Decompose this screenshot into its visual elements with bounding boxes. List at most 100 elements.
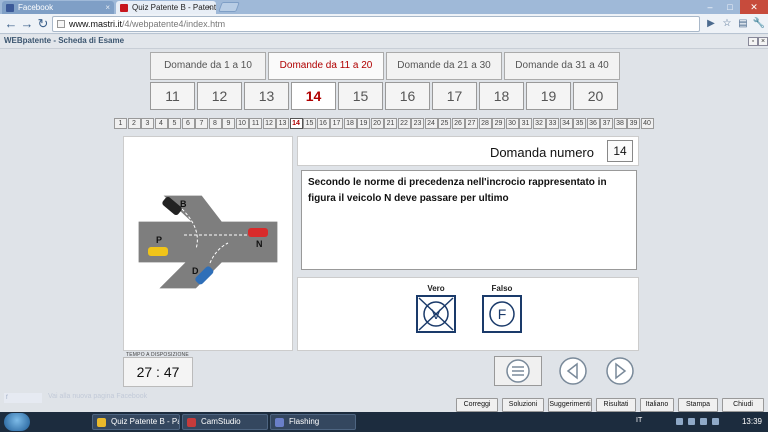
answer-true[interactable]: Vero V xyxy=(414,284,458,333)
answer-false-button[interactable]: F xyxy=(482,295,522,333)
restore-app-icon[interactable]: ▫ xyxy=(748,37,758,46)
list-icon xyxy=(506,359,530,383)
stampa-button[interactable]: Stampa xyxy=(678,398,718,412)
correggi-button[interactable]: Correggi xyxy=(456,398,498,412)
range-tab-31-40[interactable]: Domande da 31 a 40 xyxy=(504,52,620,80)
question-link[interactable]: 22 xyxy=(397,118,411,129)
question-link[interactable]: 29 xyxy=(492,118,505,129)
question-link[interactable]: 2 xyxy=(127,118,141,129)
range-tab-11-20[interactable]: Domande da 11 a 20 xyxy=(268,52,384,80)
facebook-link[interactable]: f Vai alla nuova pagina Facebook xyxy=(0,392,200,404)
question-link[interactable]: 35 xyxy=(573,118,586,129)
question-link[interactable]: 3 xyxy=(141,118,154,129)
chiudi-button[interactable]: Chiudi xyxy=(722,398,764,412)
question-link[interactable]: 21 xyxy=(384,118,397,129)
suggerimenti-button[interactable]: Suggerimenti xyxy=(548,398,592,412)
question-link[interactable]: 1 xyxy=(114,118,127,129)
close-tab-icon[interactable]: × xyxy=(105,1,110,14)
question-button[interactable]: 11 xyxy=(150,82,195,110)
close-window-icon[interactable]: ✕ xyxy=(740,0,768,14)
question-link[interactable]: 4 xyxy=(154,118,168,129)
question-link[interactable]: 5 xyxy=(168,118,181,129)
risultati-button[interactable]: Risultati xyxy=(596,398,636,412)
question-link[interactable]: 33 xyxy=(546,118,559,129)
start-button[interactable] xyxy=(4,413,30,431)
forward-arrow-icon[interactable]: → xyxy=(20,17,34,31)
question-link[interactable]: 36 xyxy=(586,118,600,129)
question-link[interactable]: 34 xyxy=(559,118,573,129)
timer-value: 27 : 47 xyxy=(123,357,193,387)
address-bar[interactable]: www.mastri.it/4/webpatente4/index.htm xyxy=(52,16,700,32)
question-button-active[interactable]: 14 xyxy=(291,82,336,110)
language-indicator[interactable]: IT xyxy=(636,417,642,424)
star-icon[interactable]: ☆ xyxy=(720,17,734,31)
tab-facebook[interactable]: Facebook × xyxy=(2,1,114,14)
reload-icon[interactable]: ↻ xyxy=(36,17,50,31)
question-link[interactable]: 19 xyxy=(357,118,370,129)
question-link[interactable]: 8 xyxy=(208,118,222,129)
task-flashing[interactable]: Flashing xyxy=(270,414,356,430)
question-link[interactable]: 13 xyxy=(276,118,289,129)
question-link[interactable]: 31 xyxy=(519,118,532,129)
range-tab-21-30[interactable]: Domande da 21 a 30 xyxy=(386,52,502,80)
question-link[interactable]: 15 xyxy=(303,118,316,129)
close-tab-icon[interactable]: × xyxy=(207,1,212,14)
new-tab-button[interactable] xyxy=(218,2,240,12)
question-button[interactable]: 12 xyxy=(197,82,242,110)
question-link[interactable]: 12 xyxy=(262,118,276,129)
question-link-active[interactable]: 14 xyxy=(289,118,303,129)
question-link[interactable]: 9 xyxy=(222,118,235,129)
next-question-button[interactable] xyxy=(605,356,635,386)
close-app-icon[interactable]: × xyxy=(758,37,768,46)
question-link[interactable]: 10 xyxy=(235,118,249,129)
network-icon[interactable] xyxy=(700,418,707,425)
question-link[interactable]: 30 xyxy=(505,118,519,129)
question-link[interactable]: 32 xyxy=(532,118,546,129)
tray-icon[interactable] xyxy=(676,418,683,425)
question-link[interactable]: 11 xyxy=(249,118,262,129)
question-link[interactable]: 39 xyxy=(627,118,640,129)
question-link[interactable]: 37 xyxy=(600,118,613,129)
question-button[interactable]: 16 xyxy=(385,82,430,110)
question-link[interactable]: 28 xyxy=(478,118,492,129)
minimize-window-icon[interactable]: – xyxy=(700,0,720,14)
page-menu-icon[interactable]: ▤ xyxy=(736,17,750,31)
play-icon[interactable]: ▶ xyxy=(704,17,718,31)
question-button[interactable]: 18 xyxy=(479,82,524,110)
question-link[interactable]: 18 xyxy=(343,118,357,129)
question-link[interactable]: 20 xyxy=(370,118,384,129)
question-link[interactable]: 24 xyxy=(424,118,438,129)
task-camstudio[interactable]: CamStudio xyxy=(182,414,268,430)
answer-false[interactable]: Falso F xyxy=(480,284,524,333)
question-button[interactable]: 13 xyxy=(244,82,289,110)
previous-question-button[interactable] xyxy=(558,356,588,386)
volume-icon[interactable] xyxy=(712,418,719,425)
soluzioni-button[interactable]: Soluzioni xyxy=(502,398,544,412)
task-quiz[interactable]: Quiz Patente B - Pat... xyxy=(92,414,180,430)
question-link[interactable]: 17 xyxy=(330,118,343,129)
question-button[interactable]: 20 xyxy=(573,82,618,110)
question-link[interactable]: 25 xyxy=(438,118,451,129)
question-link[interactable]: 16 xyxy=(316,118,330,129)
question-link[interactable]: 27 xyxy=(465,118,478,129)
maximize-window-icon[interactable]: □ xyxy=(720,0,740,14)
question-button[interactable]: 19 xyxy=(526,82,571,110)
language-select[interactable]: Italiano xyxy=(640,398,674,412)
back-arrow-icon[interactable]: ← xyxy=(4,17,18,31)
question-button[interactable]: 17 xyxy=(432,82,477,110)
arrow-left-icon xyxy=(559,357,587,385)
question-list-button[interactable] xyxy=(494,356,542,386)
question-link[interactable]: 7 xyxy=(195,118,208,129)
tab-quiz-patente[interactable]: Quiz Patente B - Patente A × xyxy=(116,1,216,14)
arrow-right-icon xyxy=(606,357,634,385)
question-link[interactable]: 40 xyxy=(640,118,654,129)
question-link[interactable]: 6 xyxy=(181,118,195,129)
answer-true-button[interactable]: V xyxy=(416,295,456,333)
question-link[interactable]: 26 xyxy=(451,118,465,129)
tray-icon[interactable] xyxy=(688,418,695,425)
question-link[interactable]: 38 xyxy=(613,118,627,129)
range-tab-1-10[interactable]: Domande da 1 a 10 xyxy=(150,52,266,80)
wrench-icon[interactable]: 🔧 xyxy=(752,17,766,31)
question-link[interactable]: 23 xyxy=(411,118,424,129)
question-button[interactable]: 15 xyxy=(338,82,383,110)
